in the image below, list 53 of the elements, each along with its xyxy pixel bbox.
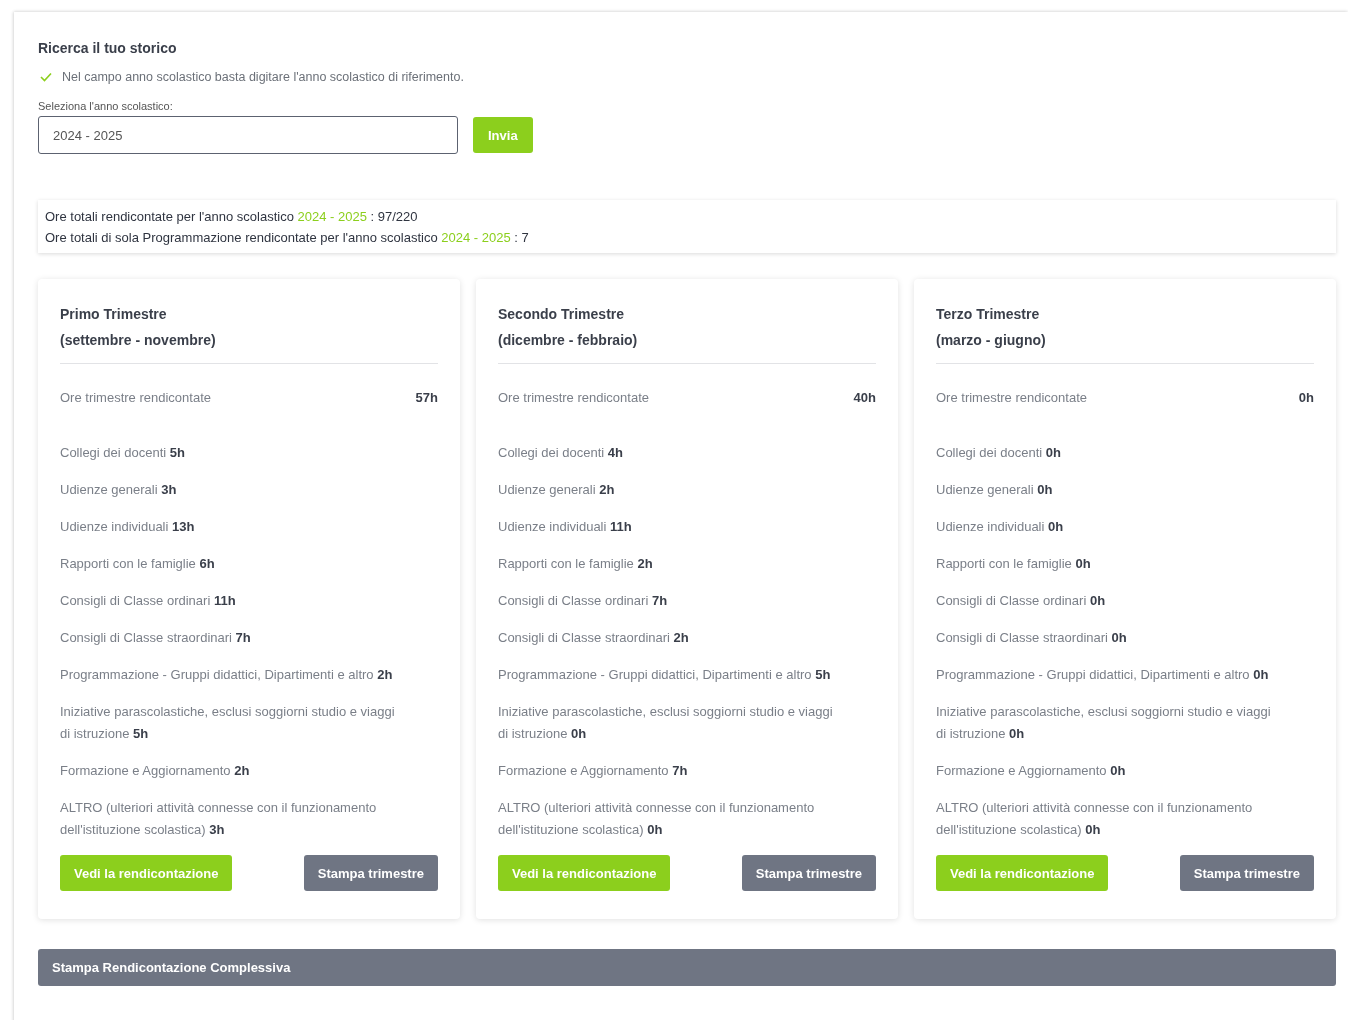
hours-item: Collegi dei docenti 4h (498, 444, 625, 462)
total-value: 57h (415, 390, 438, 405)
hours-item: Udienze generali 2h (498, 481, 616, 499)
hours-item: Iniziative parascolastiche, esclusi soggiorni studio e viaggi di istruzione 5h (60, 703, 396, 743)
trimester-period: (settembre - novembre) (60, 331, 217, 350)
hours-item: ALTRO (ulteriori attività connesse con il funzionamento dell'istituzione scolastica) 0h (498, 799, 816, 839)
hours-item: Udienze generali 3h (60, 481, 178, 499)
check-icon (40, 72, 52, 82)
total-label: Ore trimestre rendicontate (498, 390, 649, 405)
hours-item: Rapporti con le famiglie 6h (60, 555, 216, 573)
summary-text: Ore totali di sola Programmazione rendicontate per l'anno scolastico 2024 - 2025 : 7 (45, 230, 530, 245)
field-label: Seleziona l'anno scolastico: (38, 100, 174, 112)
hours-item: Rapporti con le famiglie 2h (498, 555, 654, 573)
hours-item: Consigli di Classe straordinari 7h (60, 629, 252, 647)
hours-item: ALTRO (ulteriori attività connesse con il funzionamento dell'istituzione scolastica) 0h (936, 799, 1254, 839)
year-input-field[interactable]: 2024 - 2025 (38, 116, 458, 154)
hours-item: Consigli di Classe ordinari 0h (936, 592, 1107, 610)
hours-item: Iniziative parascolastiche, esclusi soggiorni studio e viaggi di istruzione 0h (498, 703, 834, 743)
hours-item: Programmazione - Gruppi didattici, Dipartimenti e altro 5h (498, 666, 832, 684)
total-value: 40h (853, 390, 876, 405)
trimester-title: Primo Trimestre (60, 305, 168, 324)
hours-item: Iniziative parascolastiche, esclusi soggiorni studio e viaggi di istruzione 0h (936, 703, 1272, 743)
print-trimester-button[interactable]: Stampa trimestre (1179, 855, 1314, 891)
total-label: Ore trimestre rendicontate (60, 390, 211, 405)
hours-item: Udienze individuali 0h (936, 518, 1065, 536)
hours-item: Formazione e Aggiornamento 2h (60, 762, 251, 780)
hours-item: Udienze individuali 11h (498, 518, 633, 536)
hours-item: Rapporti con le famiglie 0h (936, 555, 1092, 573)
hours-item: Programmazione - Gruppi didattici, Dipartimenti e altro 2h (60, 666, 394, 684)
summary-text: Ore totali rendicontate per l'anno scolastico 2024 - 2025 : 97/220 (45, 209, 419, 224)
section-title: Ricerca il tuo storico (38, 40, 178, 56)
hours-item: Formazione e Aggiornamento 7h (498, 762, 689, 780)
print-trimester-button[interactable]: Stampa trimestre (741, 855, 876, 891)
hours-item: Udienze generali 0h (936, 481, 1054, 499)
trimester-period: (marzo - giugno) (936, 331, 1047, 350)
hours-item: Collegi dei docenti 5h (60, 444, 187, 462)
print-all-button[interactable]: Stampa Rendicontazione Complessiva (38, 949, 1336, 986)
hours-item: Consigli di Classe straordinari 0h (936, 629, 1128, 647)
hours-item: Consigli di Classe straordinari 2h (498, 629, 690, 647)
hint-text: Nel campo anno scolastico basta digitare l'anno scolastico di riferimento. (62, 70, 464, 84)
hours-item: Consigli di Classe ordinari 7h (498, 592, 669, 610)
hours-item: Programmazione - Gruppi didattici, Dipartimenti e altro 0h (936, 666, 1270, 684)
hours-item: Collegi dei docenti 0h (936, 444, 1063, 462)
hours-item: Consigli di Classe ordinari 11h (60, 592, 237, 610)
print-trimester-button[interactable]: Stampa trimestre (303, 855, 438, 891)
trimester-title: Secondo Trimestre (498, 305, 626, 324)
total-label: Ore trimestre rendicontate (936, 390, 1087, 405)
trimester-title: Terzo Trimestre (936, 305, 1041, 324)
total-value: 0h (1298, 390, 1314, 405)
trimester-period: (dicembre - febbraio) (498, 331, 639, 350)
hours-item: Formazione e Aggiornamento 0h (936, 762, 1127, 780)
hours-item: ALTRO (ulteriori attività connesse con il funzionamento dell'istituzione scolastica) 3h (60, 799, 378, 839)
hours-item: Udienze individuali 13h (60, 518, 196, 536)
